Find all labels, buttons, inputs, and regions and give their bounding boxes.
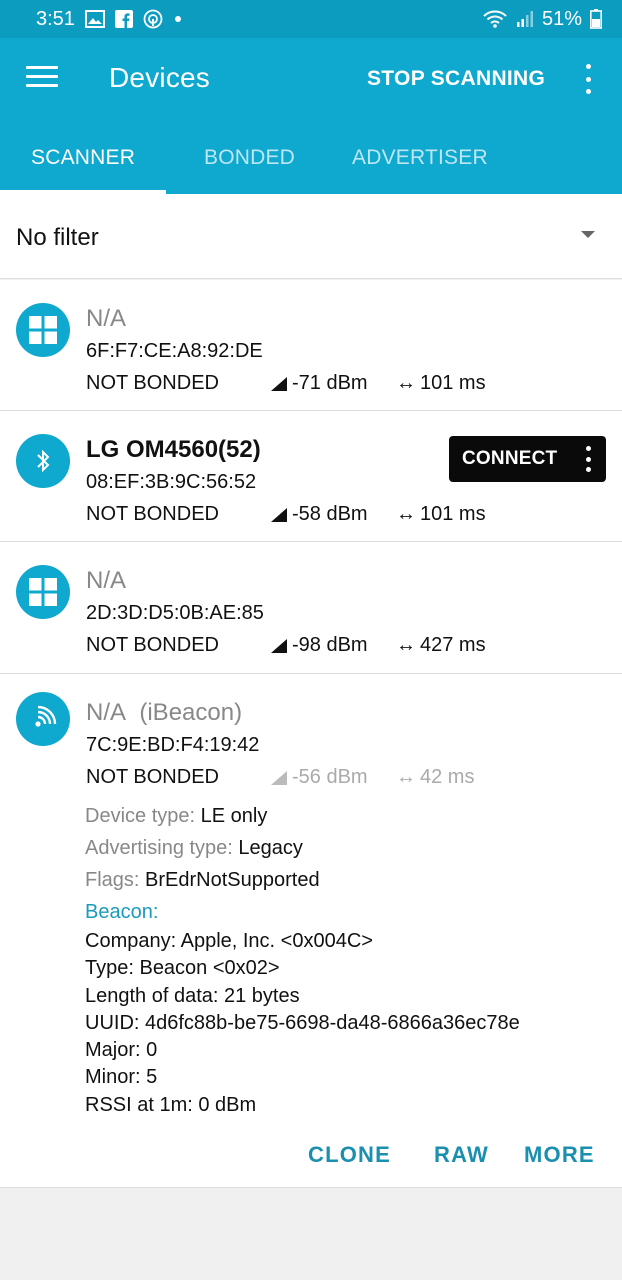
raw-button[interactable]: RAW [434,1142,489,1168]
interval-arrows-icon: ↔ [396,503,416,525]
clone-button[interactable]: CLONE [308,1142,391,1168]
beacon-type: Type: Beacon <0x02> [85,957,280,980]
windows-icon [16,303,70,357]
connect-label: CONNECT [462,448,558,469]
connect-more-icon[interactable] [586,446,592,472]
rssi-readout: -56 dBm [270,766,368,789]
tab-bonded[interactable]: BONDED [204,146,295,170]
device-type-row: Device type: LE only [85,800,520,832]
signal-icon [516,10,534,28]
interval-readout: ↔ 427 ms [396,634,486,657]
beacon-header: Beacon: [85,901,159,923]
filter-dropdown[interactable]: No filter [0,194,622,279]
flags-row: Flags: BrEdrNotSupported [85,864,520,896]
rssi-readout: -98 dBm [270,634,368,657]
bond-state: NOT BONDED [86,372,219,394]
device-mac: 2D:3D:D5:0B:AE:85 [86,602,264,624]
device-name: N/A [86,305,127,332]
rssi-readout: -58 dBm [270,503,368,526]
filter-label: No filter [16,224,99,251]
beacon-icon [16,692,70,746]
rssi-value: -58 dBm [292,503,368,525]
interval-readout: ↔ 101 ms [396,503,486,526]
stop-scanning-button[interactable]: STOP SCANNING [367,67,545,91]
facebook-icon [114,10,133,28]
device-details: Device type: LE only Advertising type: L… [85,800,520,1119]
dot-icon [173,14,183,24]
interval-arrows-icon: ↔ [396,634,416,656]
beacon-company: Company: Apple, Inc. <0x004C> [85,930,373,952]
tab-advertiser[interactable]: ADVERTISER [352,146,488,170]
page-title: Devices [109,62,210,93]
beacon-major: Major: 0 [85,1039,158,1062]
device-mac: 6F:F7:CE:A8:92:DE [86,340,263,362]
signal-strength-icon [271,638,287,653]
tab-scanner[interactable]: SCANNER [31,146,135,170]
signal-strength-icon [271,507,287,522]
device-mac: 7C:9E:BD:F4:19:42 [86,734,260,756]
wifi-icon [482,9,508,29]
interval-readout: ↔ 101 ms [396,372,486,395]
bond-state: NOT BONDED [86,503,219,525]
advertising-type-row: Advertising type: Legacy [85,832,520,864]
menu-icon[interactable] [26,66,58,92]
flags-value: BrEdrNotSupported [145,869,320,891]
device-mac: 08:EF:3B:9C:56:52 [86,471,257,493]
gallery-icon [84,10,105,28]
device-type-value: LE only [200,805,268,827]
more-button[interactable]: MORE [524,1142,595,1168]
signal-strength-icon [271,770,287,785]
device-name: LG OM4560(52) [86,436,261,463]
device-list: N/A 6F:F7:CE:A8:92:DE NOT BONDED -71 dBm… [0,280,622,1188]
device-type-label: Device type: [85,805,201,827]
device-name-text: N/A [86,699,127,726]
bluetooth-icon [16,434,70,488]
connect-button[interactable]: CONNECT [449,436,606,482]
interval-arrows-icon: ↔ [396,372,416,394]
bond-state: NOT BONDED [86,766,219,788]
overflow-menu-icon[interactable] [580,64,596,94]
rssi-readout: -71 dBm [270,372,368,395]
rssi-value: -98 dBm [292,634,368,656]
advertising-type-value: Legacy [238,837,303,859]
status-time: 3:51 [36,7,75,30]
status-bar: 3:51 51% [0,0,622,38]
rssi-value: -56 dBm [292,766,368,788]
device-name-suffix: (iBeacon) [139,699,243,726]
device-item[interactable]: N/A 6F:F7:CE:A8:92:DE NOT BONDED -71 dBm… [0,280,622,411]
rssi-value: -71 dBm [292,372,368,394]
hotspot-icon [143,9,163,29]
interval-readout: ↔ 42 ms [396,766,474,789]
device-name: N/A (iBeacon) [86,699,242,727]
interval-value: 427 ms [420,634,486,656]
app-bar: Devices STOP SCANNING [0,38,622,122]
beacon-length: Length of data: 21 bytes [85,984,300,1007]
signal-strength-icon [271,376,287,391]
device-item[interactable]: N/A 2D:3D:D5:0B:AE:85 NOT BONDED -98 dBm… [0,542,622,674]
device-item[interactable]: LG OM4560(52) 08:EF:3B:9C:56:52 NOT BOND… [0,411,622,542]
device-name: N/A [86,567,127,594]
beacon-uuid: UUID: 4d6fc88b-be75-6698-da48-6866a36ec7… [85,1011,520,1034]
device-item-expanded[interactable]: N/A (iBeacon) 7C:9E:BD:F4:19:42 NOT BOND… [0,674,622,1188]
battery-icon [590,9,602,29]
windows-icon [16,565,70,619]
interval-value: 42 ms [420,766,475,788]
beacon-minor: Minor: 5 [85,1066,158,1089]
beacon-rssi-1m: RSSI at 1m: 0 dBm [85,1093,257,1116]
interval-arrows-icon: ↔ [396,766,416,788]
dropdown-caret-icon [581,231,595,238]
empty-area [0,1188,622,1280]
tab-bar: SCANNER BONDED ADVERTISER [0,122,622,194]
interval-value: 101 ms [420,503,486,525]
bond-state: NOT BONDED [86,634,219,656]
flags-label: Flags: [85,869,146,891]
interval-value: 101 ms [420,372,486,394]
battery-percent: 51% [541,7,582,30]
advertising-type-label: Advertising type: [85,837,239,859]
